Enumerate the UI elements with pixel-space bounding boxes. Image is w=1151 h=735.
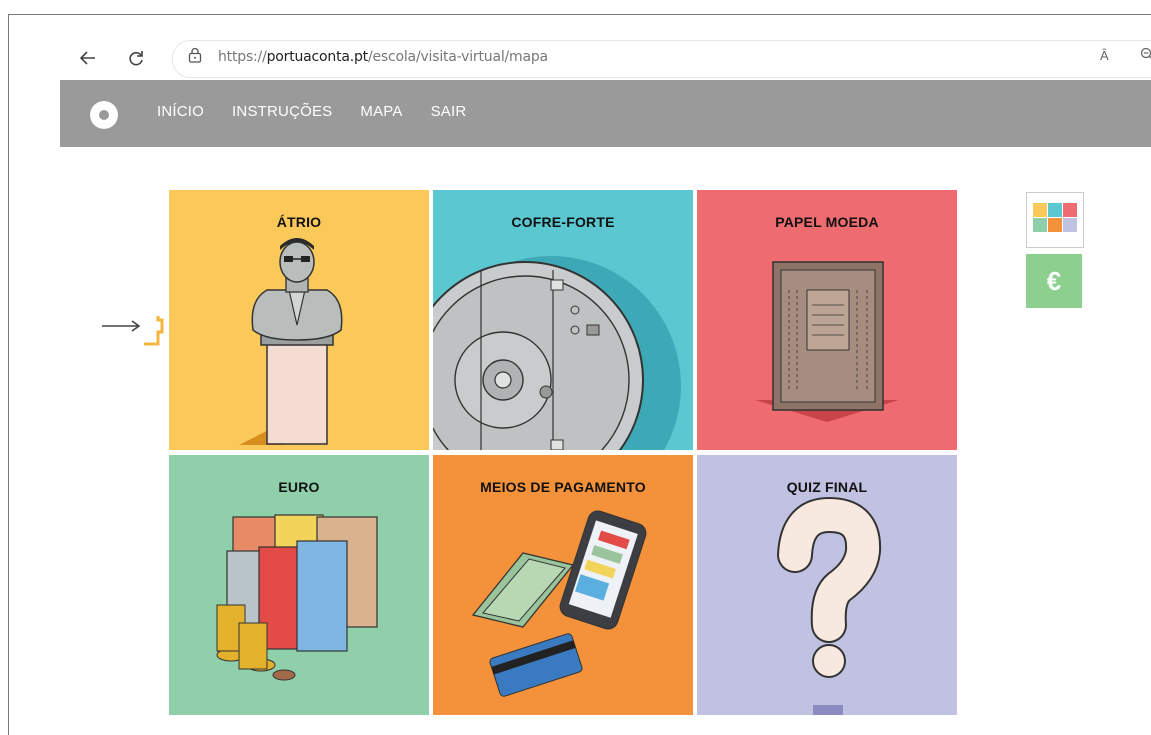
menu-item-inicio[interactable]: INÍCIO <box>157 103 204 120</box>
back-arrow-icon[interactable] <box>74 44 102 72</box>
room-meios-de-pagamento-tile[interactable]: MEIOS DE PAGAMENTO <box>433 455 693 715</box>
room-cofre-forte-title: COFRE-FORTE <box>511 214 615 230</box>
menu-item-sair[interactable]: SAIR <box>431 103 467 120</box>
museum-map-grid: ÁTRIO COFRE-FORTE PAPEL MOEDA EURO MEIOS… <box>169 190 959 720</box>
room-papel-moeda-title: PAPEL MOEDA <box>775 214 879 230</box>
room-meios-de-pagamento-title: MEIOS DE PAGAMENTO <box>480 479 646 495</box>
room-papel-moeda-tile[interactable]: PAPEL MOEDA <box>697 190 957 450</box>
room-quiz-final-tile[interactable]: QUIZ FINAL <box>697 455 957 715</box>
euro-currency-button[interactable]: € <box>1026 254 1082 308</box>
lock-icon[interactable] <box>188 47 202 63</box>
room-quiz-final-title: QUIZ FINAL <box>786 479 868 495</box>
entrance-arrow-icon <box>102 316 164 346</box>
site-logo[interactable] <box>90 101 118 129</box>
room-atrio-title: ÁTRIO <box>276 214 322 230</box>
refresh-icon[interactable] <box>122 44 150 72</box>
room-map-toggle-button[interactable] <box>1026 192 1084 248</box>
main-menu: INÍCIO INSTRUÇÕES MAPA SAIR <box>157 103 494 120</box>
color-grid-icon <box>1033 203 1077 232</box>
menu-item-instrucoes[interactable]: INSTRUÇÕES <box>232 103 332 120</box>
room-euro-tile[interactable]: EURO <box>169 455 429 715</box>
browser-toolbar: https://portuaconta.pt/escola/visita-vir… <box>60 36 1151 80</box>
menu-item-mapa[interactable]: MAPA <box>360 103 402 120</box>
room-euro-title: EURO <box>278 479 320 495</box>
url-text[interactable]: https://portuaconta.pt/escola/visita-vir… <box>218 49 548 65</box>
read-aloud-icon[interactable]: Ȃ <box>1100 48 1109 63</box>
site-header: INÍCIO INSTRUÇÕES MAPA SAIR <box>60 80 1151 147</box>
room-atrio-tile[interactable]: ÁTRIO <box>169 190 429 450</box>
zoom-out-icon[interactable] <box>1140 47 1151 61</box>
room-cofre-forte-tile[interactable]: COFRE-FORTE <box>433 190 693 450</box>
